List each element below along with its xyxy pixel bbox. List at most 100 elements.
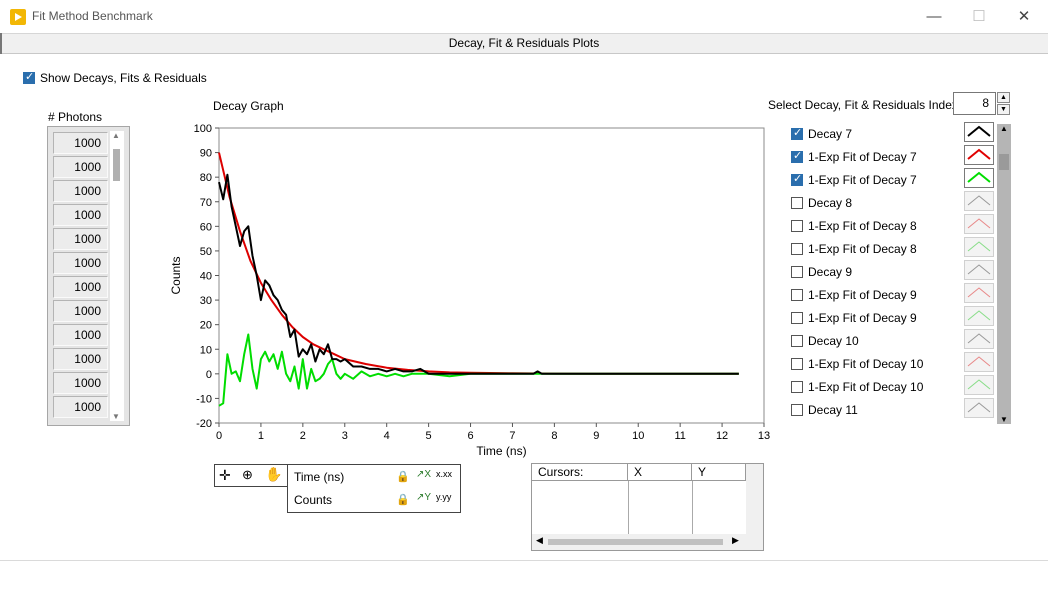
plot-style-swatch[interactable] [964, 329, 994, 349]
photon-count-cell[interactable]: 1000 [53, 324, 108, 346]
y-tick-label: 90 [200, 148, 212, 160]
window-title: Fit Method Benchmark [32, 9, 153, 23]
photon-count-cell[interactable]: 1000 [53, 228, 108, 250]
photon-count-cell[interactable]: 1000 [53, 348, 108, 370]
legend-item[interactable]: Decay 8 [790, 191, 1005, 216]
legend-item[interactable]: 1-Exp Fit of Decay 8 [790, 237, 1005, 262]
legend-item[interactable]: 1-Exp Fit of Decay 8 [790, 214, 1005, 239]
x-lock-icon[interactable]: 🔒 [396, 470, 410, 483]
legend-item[interactable]: 1-Exp Fit of Decay 7 [790, 145, 1005, 170]
x-tick-label: 12 [716, 430, 728, 442]
x-tick-label: 13 [758, 430, 770, 442]
x-format-icon[interactable]: x.xx [436, 469, 452, 479]
show-decays-checkbox[interactable] [23, 70, 35, 84]
legend-visibility-checkbox[interactable] [791, 312, 803, 324]
legend-item-name: 1-Exp Fit of Decay 7 [808, 173, 917, 187]
minimize-button[interactable]: — [911, 4, 957, 30]
photon-count-cell[interactable]: 1000 [53, 276, 108, 298]
maximize-button[interactable]: ☐ [956, 4, 1002, 30]
y-tick-label: 0 [206, 369, 212, 381]
photon-count-cell[interactable]: 1000 [53, 156, 108, 178]
legend-visibility-checkbox[interactable] [791, 243, 803, 255]
crosshair-cursor-icon[interactable]: ✛ [219, 467, 231, 484]
plot-style-swatch[interactable] [964, 191, 994, 211]
plot-style-swatch[interactable] [964, 306, 994, 326]
legend-scrollbar[interactable]: ▲ ▼ [997, 124, 1011, 424]
scroll-left-icon[interactable]: ◀ [536, 535, 543, 546]
legend-visibility-checkbox[interactable] [791, 126, 803, 140]
index-label: Select Decay, Fit & Residuals Index [768, 98, 958, 112]
index-increment-icon[interactable]: ▲ [997, 92, 1010, 103]
legend-item[interactable]: 1-Exp Fit of Decay 10 [790, 352, 1005, 377]
photon-count-cell[interactable]: 1000 [53, 396, 108, 418]
y-format-icon[interactable]: y.yy [436, 492, 451, 502]
legend-item[interactable]: 1-Exp Fit of Decay 10 [790, 375, 1005, 400]
legend-item[interactable]: 1-Exp Fit of Decay 9 [790, 283, 1005, 308]
cursor-vscroll[interactable] [746, 464, 763, 534]
legend-visibility-checkbox[interactable] [791, 220, 803, 232]
photon-count-cell[interactable]: 1000 [53, 252, 108, 274]
plot-style-swatch[interactable] [964, 122, 994, 142]
plot-style-swatch[interactable] [964, 352, 994, 372]
legend-item[interactable]: 1-Exp Fit of Decay 7 [790, 168, 1005, 193]
scroll-up-icon[interactable]: ▲ [112, 131, 120, 140]
legend-visibility-checkbox[interactable] [791, 404, 803, 416]
plot-style-swatch[interactable] [964, 145, 994, 165]
scroll-down-icon[interactable]: ▼ [112, 412, 120, 421]
legend-item[interactable]: Decay 9 [790, 260, 1005, 285]
plot-style-swatch[interactable] [964, 168, 994, 188]
plot-style-swatch[interactable] [964, 283, 994, 303]
legend-visibility-checkbox[interactable] [791, 358, 803, 370]
scroll-thumb[interactable] [113, 149, 120, 181]
photon-count-cell[interactable]: 1000 [53, 204, 108, 226]
legend-scroll-thumb[interactable] [999, 154, 1009, 170]
legend-item[interactable]: Decay 10 [790, 329, 1005, 354]
legend-item-name: Decay 7 [808, 127, 853, 141]
cursor-legend[interactable]: Cursors: X Y ◀ ▶ [531, 463, 764, 551]
close-button[interactable]: ✕ [1001, 4, 1047, 30]
legend-item[interactable]: 1-Exp Fit of Decay 9 [790, 306, 1005, 331]
legend-item[interactable]: Decay 7 [790, 122, 1005, 147]
legend-item-name: 1-Exp Fit of Decay 9 [808, 288, 917, 302]
tab-decay-fit-residuals[interactable]: Decay, Fit & Residuals Plots [0, 33, 1048, 54]
x-autoscale-icon[interactable]: ↗X [416, 469, 431, 480]
legend-visibility-checkbox[interactable] [791, 149, 803, 163]
photon-count-cell[interactable]: 1000 [53, 300, 108, 322]
hscroll-thumb[interactable] [548, 539, 723, 545]
legend-visibility-checkbox[interactable] [791, 266, 803, 278]
scroll-right-icon[interactable]: ▶ [732, 535, 739, 546]
legend-visibility-checkbox[interactable] [791, 197, 803, 209]
cursor-hscroll[interactable]: ◀ ▶ [532, 534, 763, 550]
x-tick-label: 10 [632, 430, 644, 442]
y-autoscale-icon[interactable]: ↗Y [416, 492, 431, 503]
legend-item-name: Decay 11 [808, 403, 858, 417]
legend-scroll-up-icon[interactable]: ▲ [1000, 124, 1008, 133]
panel-edge [0, 33, 2, 54]
legend-visibility-checkbox[interactable] [791, 289, 803, 301]
photon-count-cell[interactable]: 1000 [53, 180, 108, 202]
legend-visibility-checkbox[interactable] [791, 381, 803, 393]
zoom-icon[interactable]: ⊕ [242, 467, 253, 483]
legend-scroll-down-icon[interactable]: ▼ [1000, 415, 1008, 424]
plot-style-swatch[interactable] [964, 214, 994, 234]
pan-hand-icon[interactable]: ✋ [265, 466, 282, 483]
tab-label: Decay, Fit & Residuals Plots [448, 36, 600, 50]
legend-visibility-checkbox[interactable] [791, 172, 803, 186]
decay-graph[interactable]: 0 1 2 3 4 5 6 7 8 9 10 11 12 131009080706050403020100… [160, 118, 780, 458]
index-decrement-icon[interactable]: ▼ [997, 104, 1010, 115]
plot-style-swatch[interactable] [964, 398, 994, 418]
legend-item-name: Decay 9 [808, 265, 853, 279]
plot-style-swatch[interactable] [964, 260, 994, 280]
cursor-y-header: Y [692, 464, 746, 481]
photon-count-cell[interactable]: 1000 [53, 132, 108, 154]
x-tick-label: 5 [426, 430, 432, 442]
photons-scrollbar[interactable]: ▲ ▼ [110, 131, 124, 421]
photon-count-cell[interactable]: 1000 [53, 372, 108, 394]
y-lock-icon[interactable]: 🔒 [396, 493, 410, 506]
legend-visibility-checkbox[interactable] [791, 335, 803, 347]
plot-style-swatch[interactable] [964, 237, 994, 257]
plot-style-swatch[interactable] [964, 375, 994, 395]
legend-item-name: 1-Exp Fit of Decay 8 [808, 219, 917, 233]
index-input[interactable]: 8 [953, 92, 996, 115]
legend-item[interactable]: Decay 11 [790, 398, 1005, 423]
